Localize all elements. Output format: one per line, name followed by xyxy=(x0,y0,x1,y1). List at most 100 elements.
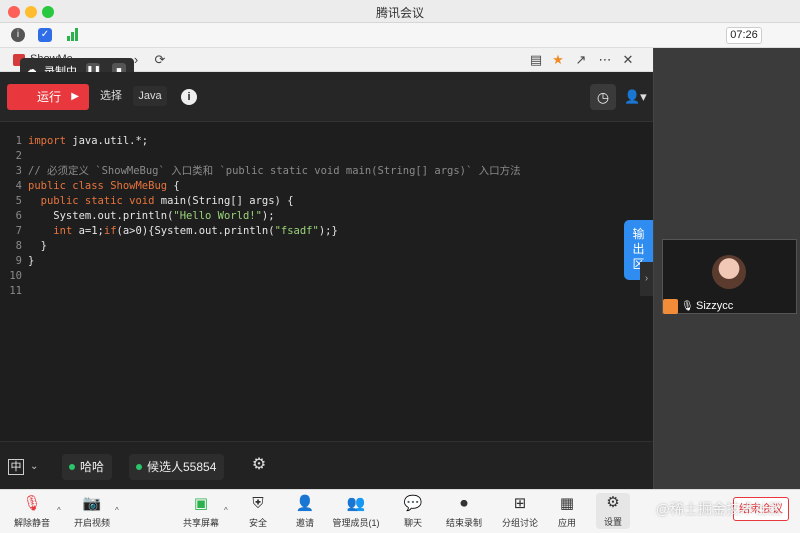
code-text: System.out.println("Hello World!"); xyxy=(28,210,275,222)
ime-label: 中 xyxy=(8,459,24,475)
online-status-dot xyxy=(136,464,142,470)
user-menu-icon[interactable]: 👤▾ xyxy=(624,87,648,107)
chat-icon: 💬 xyxy=(403,495,423,512)
breakout-label: 分组讨论 xyxy=(501,518,538,528)
line-number: 5 xyxy=(15,195,22,207)
info-icon[interactable]: i xyxy=(11,28,25,42)
code-text: public class ShowMeBug { xyxy=(28,180,180,192)
code-line: 1 import java.util.*; xyxy=(0,134,620,149)
online-status-dot xyxy=(69,464,75,470)
invite-button[interactable]: 👤 邀请 xyxy=(292,494,318,529)
video-tile[interactable]: 🎙 Sizzycc xyxy=(662,239,797,314)
code-line: 7 int a=1;if(a>0){System.out.println("fs… xyxy=(0,224,620,239)
share-screen-button[interactable]: ▣ 共享屏幕 xyxy=(181,494,221,529)
meeting-info-bar: i ✓ 07:26 xyxy=(0,23,800,48)
window-title: 腾讯会议 xyxy=(375,6,424,20)
start-video-label: 开启视频 xyxy=(73,518,110,528)
code-text: public static void main(String[] args) { xyxy=(40,195,294,207)
code-line: 10 xyxy=(0,269,620,284)
end-recording-button[interactable]: ⏺ 结束录制 xyxy=(444,494,484,529)
close-icon[interactable]: ✕ xyxy=(620,52,636,68)
unmute-label: 解除静音 xyxy=(13,518,50,528)
user-badge-icon xyxy=(663,299,678,314)
code-text: } xyxy=(28,240,47,252)
select-button[interactable]: 选择 xyxy=(100,86,122,106)
code-line: 11 xyxy=(0,284,620,299)
share-screen-label: 共享屏幕 xyxy=(182,518,219,528)
settings-button[interactable]: ⚙ 设置 xyxy=(596,493,630,529)
apps-label: 应用 xyxy=(557,518,576,528)
security-button[interactable]: ⛨ 安全 xyxy=(245,494,271,529)
line-number: 9 xyxy=(15,255,22,267)
panel-collapse-handle[interactable]: › xyxy=(640,262,653,296)
code-line: 8 } xyxy=(0,239,620,254)
gear-icon[interactable]: ⚙ xyxy=(249,455,269,475)
apps-button[interactable]: ▦ 应用 xyxy=(554,494,580,529)
reload-icon[interactable]: ⟳ xyxy=(152,52,168,68)
participant-name: 哈哈 xyxy=(80,460,105,474)
more-icon[interactable]: ⋯ xyxy=(597,52,613,68)
settings-label: 设置 xyxy=(603,517,622,527)
stop-record-icon: ⏺ xyxy=(460,495,468,512)
shield-icon[interactable]: ✓ xyxy=(38,28,52,42)
participant-chip[interactable]: 候选人55854 xyxy=(129,454,225,480)
video-panel: 🎙 Sizzycc xyxy=(653,48,800,489)
code-area[interactable]: 1 import java.util.*; 2 3 // 必须定义 `ShowMeB… xyxy=(0,134,620,299)
chat-button[interactable]: 💬 聊天 xyxy=(400,494,426,529)
security-label: 安全 xyxy=(248,518,267,528)
avatar xyxy=(712,255,746,289)
chevron-up-icon: ^ xyxy=(115,506,119,515)
chat-label: 聊天 xyxy=(403,518,422,528)
line-number: 1 xyxy=(15,135,22,147)
invite-label: 邀请 xyxy=(295,518,314,528)
video-name-bar: 🎙 Sizzycc xyxy=(663,299,798,315)
participant-chip[interactable]: 哈哈 xyxy=(62,454,113,480)
line-number: 3 xyxy=(15,165,22,177)
watermark: @稀土掘金技术社区 xyxy=(655,501,782,517)
star-icon[interactable]: ★ xyxy=(550,52,566,68)
add-user-icon: 👤 xyxy=(295,495,315,512)
play-icon: ▶ xyxy=(71,91,79,102)
code-editor-app: 运行 ▶ 选择 Java i ◷ 👤▾ 1 import java.util.*;… xyxy=(0,72,653,489)
shield-icon: ⛨ xyxy=(252,495,264,512)
line-number: 8 xyxy=(15,240,22,252)
mic-muted-icon: 🎙 xyxy=(681,301,694,312)
manage-members-button[interactable]: 👥 管理成员(1) xyxy=(332,494,380,529)
code-line: 5 public static void main(String[] args)… xyxy=(0,194,620,209)
breakout-rooms-button[interactable]: ⊞ 分组讨论 xyxy=(500,494,540,529)
chevron-down-icon: ⌄ xyxy=(30,461,39,472)
run-button[interactable]: 运行 ▶ xyxy=(7,84,89,110)
chevron-up-icon: ^ xyxy=(57,506,61,515)
mic-muted-icon: 🎙 xyxy=(22,495,42,512)
reader-icon[interactable]: ▤ xyxy=(528,52,544,68)
camera-off-icon: 📷 xyxy=(82,495,102,512)
breakout-icon: ⊞ xyxy=(513,495,527,512)
run-label: 运行 xyxy=(37,90,62,104)
code-line: 2 xyxy=(0,149,620,164)
gear-icon: ⚙ xyxy=(606,494,620,511)
code-line: 6 System.out.println("Hello World!"); xyxy=(0,209,620,224)
editor-footer: 中 ⌄ 哈哈 候选人55854 ⚙ xyxy=(0,441,653,489)
screen-share-icon: ▣ xyxy=(193,495,209,512)
apps-icon: ▦ xyxy=(559,495,575,512)
info-icon[interactable]: i xyxy=(181,89,197,105)
signal-icon[interactable] xyxy=(65,28,79,42)
unmute-button[interactable]: 🎙 解除静音 xyxy=(12,494,52,529)
start-video-button[interactable]: 📷 开启视频 xyxy=(72,494,112,529)
code-text: } xyxy=(28,255,35,267)
code-line: 9} xyxy=(0,254,620,269)
history-icon[interactable]: ◷ xyxy=(590,84,616,110)
line-number: 6 xyxy=(15,210,22,222)
members-icon: 👥 xyxy=(346,495,366,512)
share-icon[interactable]: ↗ xyxy=(573,52,589,68)
code-line: 4 public class ShowMeBug { xyxy=(0,179,620,194)
line-number: 11 xyxy=(9,285,22,297)
title-bar: 腾讯会议 xyxy=(0,0,800,23)
members-label: 管理成员(1) xyxy=(332,518,380,528)
end-recording-label: 结束录制 xyxy=(445,518,482,528)
language-select[interactable]: Java xyxy=(133,86,167,106)
meeting-control-bar: 🎙 解除静音 ^ 📷 开启视频 ^ ▣ 共享屏幕 ^ ⛨ 安全 👤 邀请 👥 管… xyxy=(0,489,800,533)
line-number: 7 xyxy=(15,225,22,237)
ime-switcher[interactable]: 中 ⌄ xyxy=(6,456,46,478)
chevron-up-icon: ^ xyxy=(224,506,228,515)
